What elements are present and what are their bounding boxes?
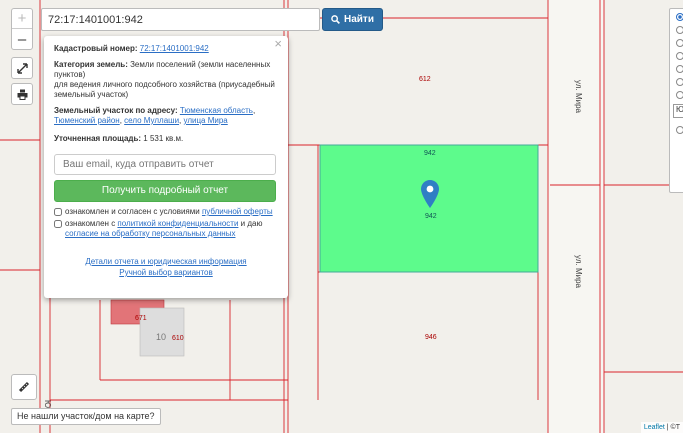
manual-select-link[interactable]: Ручной выбор вариантов — [119, 268, 212, 277]
parcel-number-946: 946 — [425, 334, 437, 341]
layer-radio-1[interactable] — [676, 13, 683, 21]
layer-radio-4[interactable] — [676, 52, 683, 60]
map-attribution: Leaflet | ©T — [640, 422, 683, 433]
layer-radio-5[interactable] — [676, 65, 683, 73]
address-street-link[interactable]: улица Мира — [184, 116, 228, 125]
zoom-control: + – — [11, 8, 33, 50]
fullscreen-button[interactable] — [12, 58, 32, 78]
search-button-label: Найти — [344, 14, 374, 25]
print-icon — [17, 89, 27, 100]
parcel-number-942-top: 942 — [424, 150, 436, 157]
search-icon — [331, 15, 340, 24]
get-report-button[interactable]: Получить подробный отчет — [54, 180, 276, 202]
ruler-button[interactable] — [11, 374, 37, 400]
parcel-number-610: 610 — [172, 335, 184, 342]
land-usage-text: для ведения личного подсобного хозяйства… — [54, 80, 275, 99]
leaflet-link[interactable]: Leaflet — [644, 424, 665, 431]
street-label-mira: ул. Мира — [574, 80, 583, 113]
address-district-link[interactable]: Тюменский район — [54, 116, 120, 125]
parcel-number-671: 671 — [135, 315, 147, 322]
land-category-row: Категория земель: Земли поселений (земли… — [54, 60, 275, 99]
public-offer-link[interactable]: публичной оферты — [202, 207, 273, 216]
region-select[interactable]: Ю — [673, 104, 683, 118]
offer-consent-checkbox[interactable]: ознакомлен и согласен с условиями публич… — [54, 207, 278, 217]
ruler-icon — [18, 381, 30, 393]
report-details-link[interactable]: Детали отчета и юридическая информация — [85, 257, 246, 266]
expand-icon — [16, 62, 28, 74]
print-button[interactable] — [12, 84, 32, 104]
zoom-out-button[interactable]: – — [12, 29, 32, 49]
fullscreen-control — [11, 57, 33, 79]
search-button[interactable]: Найти — [322, 8, 383, 31]
map-marker-icon[interactable] — [421, 180, 439, 208]
print-control — [11, 83, 33, 105]
parcel-info-popup: × Кадастровый номер: 72:17:1401001:942 К… — [44, 36, 288, 298]
parcel-number-612: 612 — [419, 76, 431, 83]
zoom-in-button[interactable]: + — [12, 9, 32, 29]
layer-radio-2[interactable] — [676, 26, 683, 34]
cadastral-number-row: Кадастровый номер: 72:17:1401001:942 — [54, 44, 209, 53]
email-field[interactable] — [54, 154, 276, 175]
house-number: 10 — [156, 332, 167, 342]
layer-radio-7[interactable] — [676, 91, 683, 99]
not-found-button[interactable]: Не нашли участок/дом на карте? — [11, 408, 161, 425]
address-row: Земельный участок по адресу: Тюменская о… — [54, 106, 256, 125]
personal-data-link[interactable]: согласие на обработку персональных данны… — [65, 229, 235, 238]
street-label-mira-2: ул. Мира — [574, 255, 583, 288]
layer-radio-6[interactable] — [676, 78, 683, 86]
privacy-consent-checkbox[interactable]: ознакомлен с политикой конфиденциальност… — [54, 219, 278, 239]
address-region-link[interactable]: Тюменская область — [180, 106, 253, 115]
search-input[interactable] — [41, 8, 320, 31]
address-village-link[interactable]: село Муллаши — [124, 116, 179, 125]
layer-radio-3[interactable] — [676, 39, 683, 47]
close-icon[interactable]: × — [274, 37, 282, 50]
parcel-number-942-center: 942 — [425, 213, 437, 220]
privacy-policy-link[interactable]: политикой конфиденциальности — [117, 219, 238, 228]
layer-panel: Ю — [669, 8, 683, 193]
area-row: Уточненная площадь: 1 531 кв.м. — [54, 134, 184, 143]
layer-radio-8[interactable] — [676, 126, 683, 134]
cadastral-number-link[interactable]: 72:17:1401001:942 — [140, 44, 209, 53]
